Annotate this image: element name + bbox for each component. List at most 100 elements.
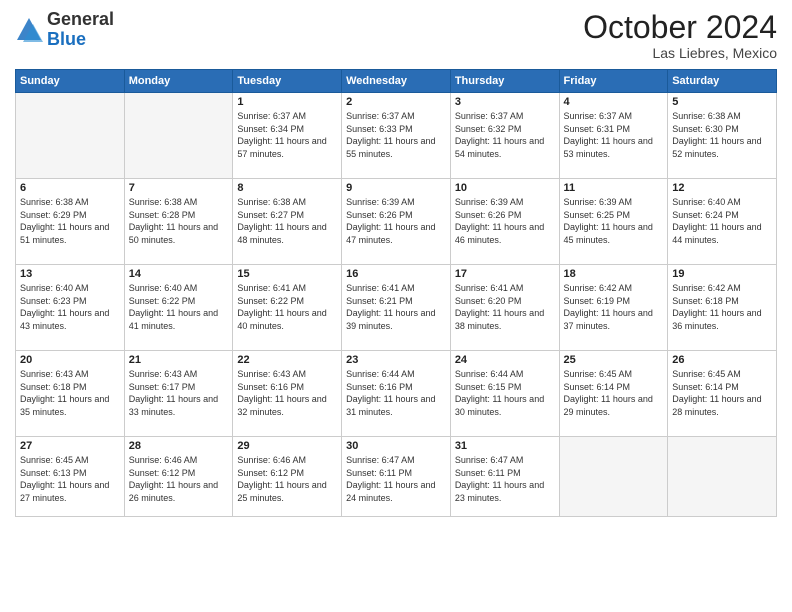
day-number: 30 <box>346 440 446 452</box>
calendar-cell: 1 Sunrise: 6:37 AM Sunset: 6:34 PM Daylig… <box>233 93 342 179</box>
calendar-cell: 9 Sunrise: 6:39 AM Sunset: 6:26 PM Daylig… <box>342 179 451 265</box>
day-number: 16 <box>346 268 446 280</box>
calendar-cell: 20 Sunrise: 6:43 AM Sunset: 6:18 PM Dayli… <box>16 351 125 437</box>
calendar-cell: 2 Sunrise: 6:37 AM Sunset: 6:33 PM Daylig… <box>342 93 451 179</box>
day-header-tuesday: Tuesday <box>233 70 342 93</box>
day-number: 7 <box>129 182 229 194</box>
day-info: Sunrise: 6:45 AM Sunset: 6:13 PM Dayligh… <box>20 454 120 504</box>
logo-text: General Blue <box>47 10 114 50</box>
day-info: Sunrise: 6:40 AM Sunset: 6:22 PM Dayligh… <box>129 282 229 332</box>
day-header-sunday: Sunday <box>16 70 125 93</box>
calendar-cell: 4 Sunrise: 6:37 AM Sunset: 6:31 PM Daylig… <box>559 93 668 179</box>
week-row-4: 27 Sunrise: 6:45 AM Sunset: 6:13 PM Dayli… <box>16 437 777 517</box>
day-info: Sunrise: 6:38 AM Sunset: 6:29 PM Dayligh… <box>20 196 120 246</box>
day-header-thursday: Thursday <box>450 70 559 93</box>
calendar-cell: 26 Sunrise: 6:45 AM Sunset: 6:14 PM Dayli… <box>668 351 777 437</box>
day-number: 17 <box>455 268 555 280</box>
day-number: 23 <box>346 354 446 366</box>
day-number: 13 <box>20 268 120 280</box>
calendar-cell: 21 Sunrise: 6:43 AM Sunset: 6:17 PM Dayli… <box>124 351 233 437</box>
calendar-cell: 12 Sunrise: 6:40 AM Sunset: 6:24 PM Dayli… <box>668 179 777 265</box>
calendar-cell: 8Sunrise: 6:38 AM Sunset: 6:27 PM Daylig… <box>233 179 342 265</box>
day-info: Sunrise: 6:45 AM Sunset: 6:14 PM Dayligh… <box>564 368 664 418</box>
day-info: Sunrise: 6:38 AM Sunset: 6:30 PM Dayligh… <box>672 110 772 160</box>
day-number: 18 <box>564 268 664 280</box>
day-number: 27 <box>20 440 120 452</box>
day-info: Sunrise: 6:41 AM Sunset: 6:21 PM Dayligh… <box>346 282 446 332</box>
day-info: Sunrise: 6:39 AM Sunset: 6:26 PM Dayligh… <box>455 196 555 246</box>
day-info: Sunrise: 6:47 AM Sunset: 6:11 PM Dayligh… <box>346 454 446 504</box>
calendar-cell <box>559 437 668 517</box>
day-info: Sunrise: 6:43 AM Sunset: 6:16 PM Dayligh… <box>237 368 337 418</box>
day-number: 3 <box>455 96 555 108</box>
calendar-cell: 6Sunrise: 6:38 AM Sunset: 6:29 PM Daylig… <box>16 179 125 265</box>
day-number: 4 <box>564 96 664 108</box>
logo: General Blue <box>15 10 114 50</box>
day-info: Sunrise: 6:47 AM Sunset: 6:11 PM Dayligh… <box>455 454 555 504</box>
day-info: Sunrise: 6:37 AM Sunset: 6:31 PM Dayligh… <box>564 110 664 160</box>
day-number: 1 <box>237 96 337 108</box>
calendar-cell: 27 Sunrise: 6:45 AM Sunset: 6:13 PM Dayli… <box>16 437 125 517</box>
day-info: Sunrise: 6:42 AM Sunset: 6:18 PM Dayligh… <box>672 282 772 332</box>
day-info: Sunrise: 6:46 AM Sunset: 6:12 PM Dayligh… <box>129 454 229 504</box>
page: General Blue October 2024 Las Liebres, M… <box>0 0 792 612</box>
week-row-3: 20 Sunrise: 6:43 AM Sunset: 6:18 PM Dayli… <box>16 351 777 437</box>
day-number: 19 <box>672 268 772 280</box>
calendar-cell: 5 Sunrise: 6:38 AM Sunset: 6:30 PM Daylig… <box>668 93 777 179</box>
day-info: Sunrise: 6:43 AM Sunset: 6:17 PM Dayligh… <box>129 368 229 418</box>
day-number: 21 <box>129 354 229 366</box>
calendar-cell: 19 Sunrise: 6:42 AM Sunset: 6:18 PM Dayli… <box>668 265 777 351</box>
day-info: Sunrise: 6:37 AM Sunset: 6:33 PM Dayligh… <box>346 110 446 160</box>
day-header-wednesday: Wednesday <box>342 70 451 93</box>
calendar-cell: 23Sunrise: 6:44 AM Sunset: 6:16 PM Dayli… <box>342 351 451 437</box>
logo-icon <box>15 16 43 44</box>
calendar-cell: 10 Sunrise: 6:39 AM Sunset: 6:26 PM Dayli… <box>450 179 559 265</box>
calendar-cell <box>124 93 233 179</box>
calendar-cell: 25Sunrise: 6:45 AM Sunset: 6:14 PM Dayli… <box>559 351 668 437</box>
calendar-cell: 31 Sunrise: 6:47 AM Sunset: 6:11 PM Dayli… <box>450 437 559 517</box>
day-number: 12 <box>672 182 772 194</box>
header: General Blue October 2024 Las Liebres, M… <box>15 10 777 61</box>
day-number: 14 <box>129 268 229 280</box>
day-info: Sunrise: 6:39 AM Sunset: 6:26 PM Dayligh… <box>346 196 446 246</box>
calendar-cell: 15Sunrise: 6:41 AM Sunset: 6:22 PM Dayli… <box>233 265 342 351</box>
calendar-cell: 3Sunrise: 6:37 AM Sunset: 6:32 PM Daylig… <box>450 93 559 179</box>
day-number: 22 <box>237 354 337 366</box>
calendar-cell: 28 Sunrise: 6:46 AM Sunset: 6:12 PM Dayli… <box>124 437 233 517</box>
calendar-cell <box>668 437 777 517</box>
day-number: 9 <box>346 182 446 194</box>
week-row-1: 6Sunrise: 6:38 AM Sunset: 6:29 PM Daylig… <box>16 179 777 265</box>
day-info: Sunrise: 6:43 AM Sunset: 6:18 PM Dayligh… <box>20 368 120 418</box>
location: Las Liebres, Mexico <box>583 45 777 61</box>
day-number: 11 <box>564 182 664 194</box>
day-info: Sunrise: 6:45 AM Sunset: 6:14 PM Dayligh… <box>672 368 772 418</box>
calendar-cell: 18Sunrise: 6:42 AM Sunset: 6:19 PM Dayli… <box>559 265 668 351</box>
calendar-cell: 29Sunrise: 6:46 AM Sunset: 6:12 PM Dayli… <box>233 437 342 517</box>
day-number: 5 <box>672 96 772 108</box>
calendar-body: 1 Sunrise: 6:37 AM Sunset: 6:34 PM Daylig… <box>16 93 777 517</box>
day-number: 31 <box>455 440 555 452</box>
day-number: 24 <box>455 354 555 366</box>
day-number: 2 <box>346 96 446 108</box>
calendar-cell: 11Sunrise: 6:39 AM Sunset: 6:25 PM Dayli… <box>559 179 668 265</box>
day-info: Sunrise: 6:46 AM Sunset: 6:12 PM Dayligh… <box>237 454 337 504</box>
calendar-cell: 30 Sunrise: 6:47 AM Sunset: 6:11 PM Dayli… <box>342 437 451 517</box>
day-number: 26 <box>672 354 772 366</box>
day-info: Sunrise: 6:41 AM Sunset: 6:22 PM Dayligh… <box>237 282 337 332</box>
calendar-cell: 14 Sunrise: 6:40 AM Sunset: 6:22 PM Dayli… <box>124 265 233 351</box>
day-info: Sunrise: 6:38 AM Sunset: 6:27 PM Dayligh… <box>237 196 337 246</box>
day-number: 28 <box>129 440 229 452</box>
day-number: 10 <box>455 182 555 194</box>
day-number: 20 <box>20 354 120 366</box>
day-header-saturday: Saturday <box>668 70 777 93</box>
day-info: Sunrise: 6:37 AM Sunset: 6:34 PM Dayligh… <box>237 110 337 160</box>
title-block: October 2024 Las Liebres, Mexico <box>583 10 777 61</box>
week-row-2: 13Sunrise: 6:40 AM Sunset: 6:23 PM Dayli… <box>16 265 777 351</box>
calendar-header: SundayMondayTuesdayWednesdayThursdayFrid… <box>16 70 777 93</box>
day-header-friday: Friday <box>559 70 668 93</box>
day-info: Sunrise: 6:44 AM Sunset: 6:15 PM Dayligh… <box>455 368 555 418</box>
month-title: October 2024 <box>583 10 777 45</box>
calendar-cell: 16 Sunrise: 6:41 AM Sunset: 6:21 PM Dayli… <box>342 265 451 351</box>
calendar-cell: 24 Sunrise: 6:44 AM Sunset: 6:15 PM Dayli… <box>450 351 559 437</box>
day-info: Sunrise: 6:40 AM Sunset: 6:24 PM Dayligh… <box>672 196 772 246</box>
